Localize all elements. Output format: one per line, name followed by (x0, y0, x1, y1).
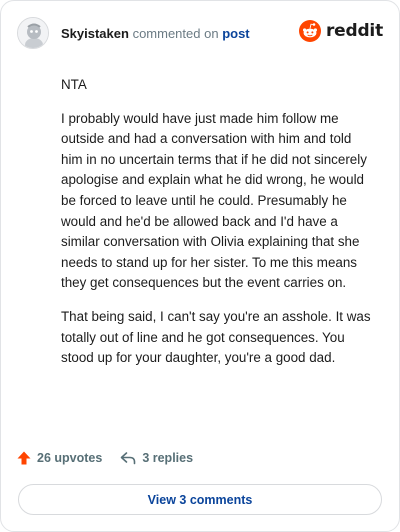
comment-paragraph: That being said, I can't say you're an a… (61, 308, 371, 366)
comment-paragraph: NTA (61, 77, 87, 92)
reddit-wordmark: reddit (325, 21, 383, 41)
action-text: commented on (132, 25, 219, 41)
upvote-stat[interactable]: 26 upvotes (17, 451, 102, 465)
view-comments-button[interactable]: View 3 comments (18, 484, 382, 515)
post-link[interactable]: post (222, 26, 249, 41)
upvote-arrow-icon (17, 451, 31, 465)
comment-body: NTA I probably would have just made him … (61, 75, 375, 382)
comment-paragraph: I probably would have just made him foll… (61, 110, 367, 291)
comment-card: Skyistaken commented on post reddit NTA … (0, 0, 400, 532)
header-text: Skyistaken commented on post (61, 26, 250, 41)
reddit-logo[interactable]: reddit (298, 20, 383, 42)
reply-arrow-icon (121, 452, 136, 465)
reply-stat[interactable]: 3 replies (120, 451, 193, 465)
comment-header: Skyistaken commented on post reddit (17, 17, 383, 49)
avatar-icon[interactable] (17, 17, 49, 49)
reply-count: 3 replies (142, 451, 194, 465)
reddit-logo-icon (298, 20, 321, 42)
comment-stats: 26 upvotes 3 replies (17, 451, 193, 465)
username[interactable]: Skyistaken (61, 26, 129, 41)
upvote-count: 26 upvotes (37, 451, 103, 465)
